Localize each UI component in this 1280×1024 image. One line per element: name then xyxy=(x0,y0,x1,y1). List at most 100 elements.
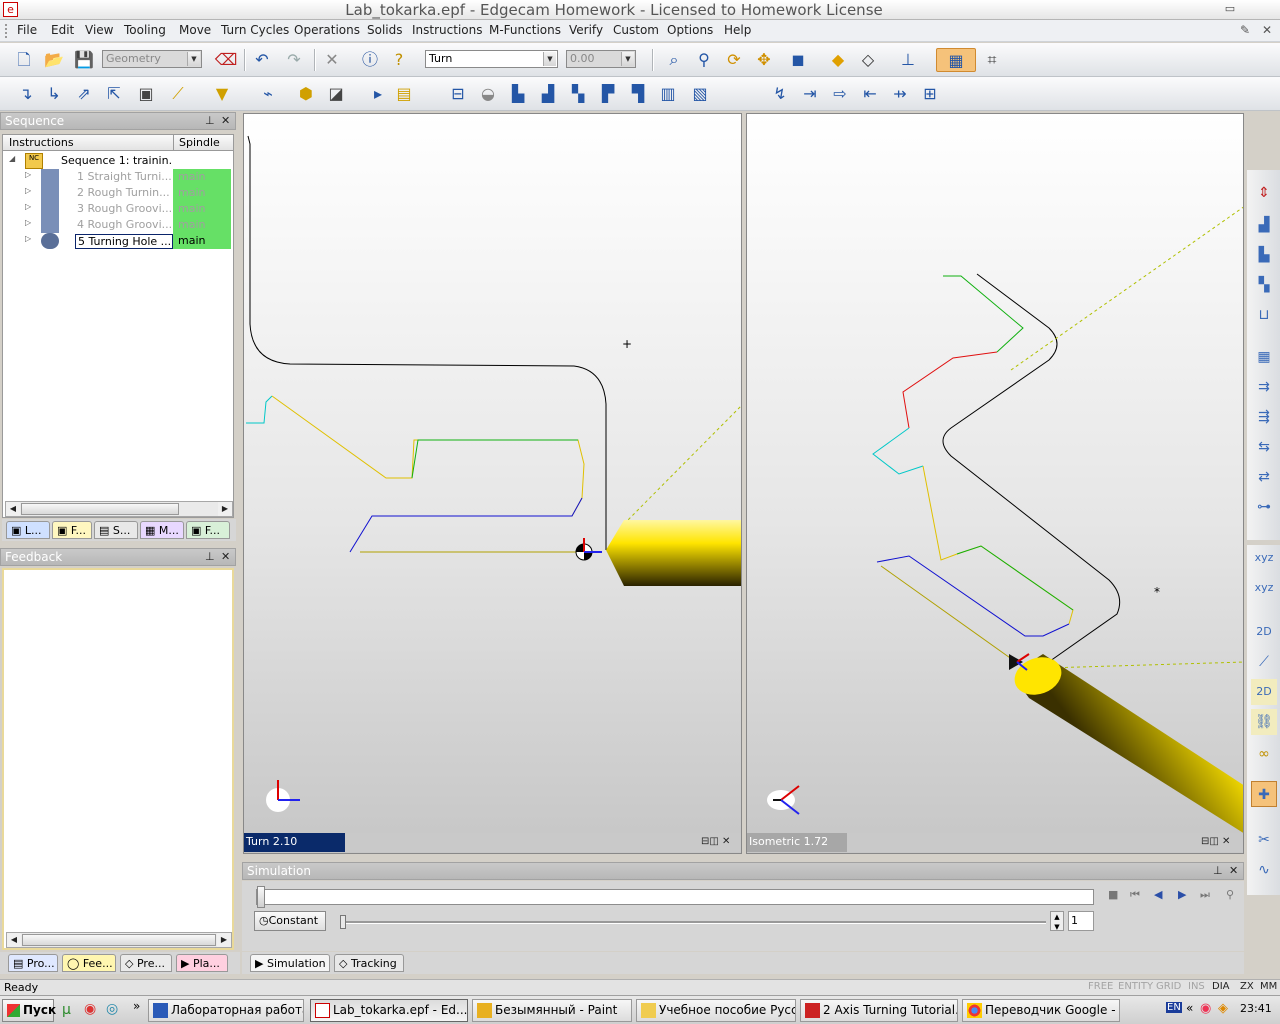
tree-item[interactable]: ▷ 2 Rough Turnin... main xyxy=(3,185,231,201)
menu-solids[interactable]: Solids xyxy=(367,23,403,37)
menu-file[interactable]: File xyxy=(17,23,37,37)
rapid-move-icon[interactable]: ↴ xyxy=(14,82,38,106)
zoom-window-icon[interactable]: ⌕ xyxy=(662,48,686,72)
tab-properties[interactable]: ▤ Pro... xyxy=(8,954,58,972)
task-pdf[interactable]: 2 Axis Turning Tutorial.p... xyxy=(800,999,958,1022)
menu-move[interactable]: Move xyxy=(179,23,211,37)
help-pointer-icon[interactable]: ? xyxy=(387,48,411,72)
view-cube-icon[interactable]: ◼ xyxy=(786,48,810,72)
add-entity-icon[interactable]: ✚ xyxy=(1251,781,1277,807)
grid-icon[interactable]: ⌗ xyxy=(980,48,1004,72)
tab-m[interactable]: ▦ M... xyxy=(140,521,184,539)
delete-icon[interactable]: ✕ xyxy=(320,48,344,72)
turn-cycle-1-icon[interactable]: ▦ xyxy=(1251,344,1277,370)
tree-item[interactable]: ▷ 1 Straight Turni... main xyxy=(3,169,231,185)
pan-icon[interactable]: ✥ xyxy=(752,48,776,72)
geometry-combo[interactable]: Geometry ▼ xyxy=(102,50,202,68)
line-icon[interactable]: ⟋ xyxy=(1251,649,1277,675)
fast-forward-icon[interactable]: ⏭ xyxy=(1200,888,1210,902)
expand-icon[interactable]: ▷ xyxy=(25,170,31,179)
chain-icon[interactable]: ⛓ xyxy=(1251,709,1277,735)
tree-root[interactable]: ◢ NC Sequence 1: trainin... xyxy=(3,153,231,169)
tool-change-icon[interactable]: ▣ xyxy=(134,82,158,106)
tab-tracking[interactable]: ◇ Tracking xyxy=(334,954,404,972)
grid-mode-icon[interactable]: ▦ xyxy=(936,48,976,72)
task-folder[interactable]: Учебное пособие Русское xyxy=(636,999,796,1022)
step-back-icon[interactable]: ◀ xyxy=(1154,888,1162,901)
menu-m-functions[interactable]: M-Functions xyxy=(489,23,561,37)
scroll-left-icon[interactable]: ◀ xyxy=(6,502,20,516)
info-icon[interactable]: ⓘ xyxy=(358,48,382,72)
scroll-right-icon[interactable]: ▶ xyxy=(218,502,232,516)
scroll-right-icon[interactable]: ▶ xyxy=(217,933,231,947)
rotate-view-icon[interactable]: ⟳ xyxy=(722,48,746,72)
grooving-tool-icon[interactable]: ▼ xyxy=(210,82,234,106)
scroll-left-icon[interactable]: ◀ xyxy=(7,933,21,947)
run-icon[interactable]: ▸ xyxy=(366,82,390,106)
nc-code-icon[interactable]: ▤ xyxy=(392,82,416,106)
move-1-icon[interactable]: ▟ xyxy=(1251,212,1277,238)
expand-icon[interactable]: ▷ xyxy=(25,186,31,195)
thread-icon[interactable]: ▥ xyxy=(656,82,680,106)
stop-icon[interactable]: ■ xyxy=(1108,888,1118,901)
constant-button[interactable]: ◷Constant xyxy=(254,911,326,931)
collapse-icon[interactable]: ◢ xyxy=(9,154,15,163)
col-spindle[interactable]: Spindle xyxy=(179,136,220,149)
wireframe-view-icon[interactable]: ◇ xyxy=(856,48,880,72)
op-2-icon[interactable]: ⇥ xyxy=(798,82,822,106)
tray-app-icon[interactable]: ◉ xyxy=(1200,1001,1211,1016)
speed-slider[interactable] xyxy=(340,915,1046,929)
progress-thumb[interactable] xyxy=(257,886,265,908)
expand-icon[interactable]: ▷ xyxy=(25,234,31,243)
menu-help[interactable]: Help xyxy=(724,23,751,37)
viewport-window-buttons[interactable]: ⊟◫ ✕ xyxy=(701,836,730,847)
viewport-window-buttons[interactable]: ⊟◫ ✕ xyxy=(1201,836,1230,847)
shaded-view-icon[interactable]: ◆ xyxy=(826,48,850,72)
scroll-thumb[interactable] xyxy=(21,503,179,515)
start-button[interactable]: Пуск xyxy=(2,999,56,1022)
menu-instructions[interactable]: Instructions xyxy=(412,23,482,37)
menu-verify[interactable]: Verify xyxy=(569,23,603,37)
simulation-progress[interactable] xyxy=(256,886,1094,908)
close-doc-icon[interactable]: ✕ xyxy=(1262,23,1272,37)
close-icon[interactable]: ✕ xyxy=(221,114,230,127)
menu-tooling[interactable]: Tooling xyxy=(124,23,166,37)
expand-icon[interactable]: ▷ xyxy=(25,202,31,211)
sequence-hscrollbar[interactable]: ◀ ▶ xyxy=(5,501,233,517)
tab-f2[interactable]: ▣ F... xyxy=(186,521,230,539)
feedback-hscrollbar[interactable]: ◀ ▶ xyxy=(6,932,232,948)
task-edgecam[interactable]: Lab_tokarka.epf - Ed... xyxy=(310,999,468,1022)
rough-groove-icon[interactable]: ▛ xyxy=(596,82,620,106)
menu-view[interactable]: View xyxy=(85,23,113,37)
rewind-icon[interactable]: ⏮ xyxy=(1130,888,1140,902)
turn-cycle-2-icon[interactable]: ⇉ xyxy=(1251,374,1277,400)
quicklaunch-more-icon[interactable]: » xyxy=(133,999,140,1013)
menu-options[interactable]: Options xyxy=(667,23,713,37)
speed-spinner[interactable]: ▲ ▼ xyxy=(1050,911,1064,931)
op-3-icon[interactable]: ⇨ xyxy=(828,82,852,106)
cycle-1-icon[interactable]: ⊟ xyxy=(446,82,470,106)
scroll-thumb[interactable] xyxy=(22,934,216,946)
tool-data-icon[interactable]: ⇕ xyxy=(1251,180,1277,206)
cycle-2-icon[interactable]: ◒ xyxy=(476,82,500,106)
turn-cycle-4-icon[interactable]: ⇆ xyxy=(1251,434,1277,460)
language-indicator[interactable]: EN xyxy=(1166,1002,1182,1013)
op-5-icon[interactable]: ⇸ xyxy=(888,82,912,106)
stock-icon[interactable]: ◪ xyxy=(324,82,348,106)
tab-l[interactable]: ▣ L... xyxy=(6,521,50,539)
trim-icon[interactable]: ✂ xyxy=(1251,827,1277,853)
viewport-turn[interactable]: + Turn 2.10 ⊟◫ ✕ xyxy=(243,113,742,854)
xyz-icon[interactable]: xyz xyxy=(1251,545,1277,571)
turn-cycle-3-icon[interactable]: ⇶ xyxy=(1251,404,1277,430)
tab-play[interactable]: ▶ Pla... xyxy=(176,954,228,972)
op-4-icon[interactable]: ⇤ xyxy=(858,82,882,106)
save-icon[interactable]: 💾 xyxy=(72,48,96,72)
move-incremental-icon[interactable]: ⇱ xyxy=(102,82,126,106)
eraser-icon[interactable]: ⌫ xyxy=(214,48,238,72)
tab-feedback[interactable]: ◯ Fee... xyxy=(62,954,116,972)
finish-turn-icon[interactable]: ▟ xyxy=(536,82,560,106)
pin-icon[interactable]: ⊥ xyxy=(205,114,215,127)
tree-item[interactable]: ▷ 3 Rough Groovi... main xyxy=(3,201,231,217)
tab-simulation[interactable]: ▶ Simulation xyxy=(250,954,330,972)
menu-operations[interactable]: Operations xyxy=(294,23,360,37)
